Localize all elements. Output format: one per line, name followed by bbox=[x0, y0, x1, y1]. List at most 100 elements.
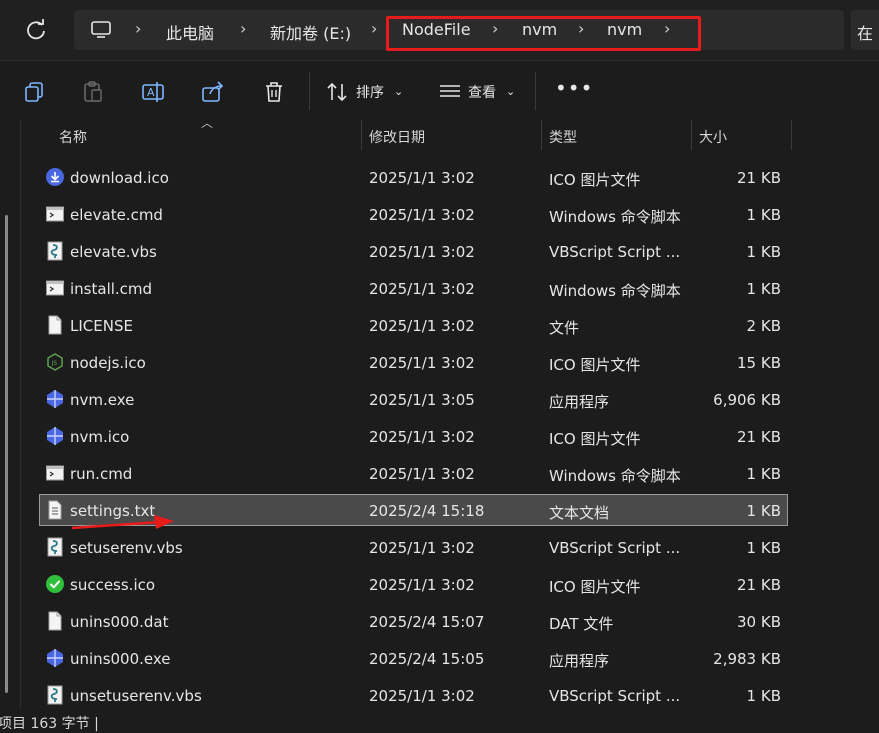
file-row[interactable]: setuserenv.vbs 2025/1/1 3:02 VBScript Scri… bbox=[40, 532, 787, 562]
file-date: 2025/2/4 15:05 bbox=[369, 650, 485, 668]
chevron-down-icon[interactable]: ⌄ bbox=[506, 85, 515, 98]
file-size: 1 KB bbox=[746, 465, 781, 483]
file-row[interactable]: nvm.ico 2025/1/1 3:02 ICO 图片文件 21 KB bbox=[40, 421, 787, 451]
file-type: DAT 文件 bbox=[549, 615, 614, 633]
file-row[interactable]: unins000.dat 2025/2/4 15:07 DAT 文件 30 KB bbox=[40, 606, 787, 636]
file-date: 2025/1/1 3:02 bbox=[369, 280, 475, 298]
file-name: setuserenv.vbs bbox=[70, 539, 183, 557]
vbs-icon bbox=[45, 537, 65, 557]
file-size: 1 KB bbox=[746, 539, 781, 557]
more-options-icon[interactable]: ••• bbox=[555, 76, 593, 100]
share-icon[interactable] bbox=[200, 79, 226, 105]
file-row[interactable]: unins000.exe 2025/2/4 15:05 应用程序 2,983 KB bbox=[40, 643, 787, 673]
chevron-right-icon[interactable]: › bbox=[240, 19, 246, 38]
toolbar-divider bbox=[309, 72, 310, 110]
file-size: 21 KB bbox=[737, 169, 781, 187]
file-size: 1 KB bbox=[746, 243, 781, 261]
nvm-icon bbox=[45, 426, 65, 446]
file-date: 2025/1/1 3:02 bbox=[369, 354, 475, 372]
file-date: 2025/1/1 3:02 bbox=[369, 243, 475, 261]
view-icon[interactable] bbox=[437, 79, 463, 105]
file-size: 1 KB bbox=[746, 687, 781, 705]
file-name: elevate.vbs bbox=[70, 243, 157, 261]
file-row[interactable]: download.ico 2025/1/1 3:02 ICO 图片文件 21 KB bbox=[40, 162, 787, 192]
chevron-right-icon[interactable]: › bbox=[135, 19, 141, 38]
vbs-icon bbox=[45, 241, 65, 261]
file-type: 文本文档 bbox=[549, 504, 610, 522]
file-type: 文件 bbox=[549, 319, 580, 337]
chevron-right-icon[interactable]: › bbox=[371, 19, 377, 38]
file-date: 2025/1/1 3:02 bbox=[369, 465, 475, 483]
this-pc-icon[interactable] bbox=[91, 21, 111, 39]
paste-icon[interactable] bbox=[80, 79, 106, 105]
svg-text:JS: JS bbox=[51, 360, 58, 367]
search-placeholder: 在 bbox=[857, 24, 874, 43]
file-type: ICO 图片文件 bbox=[549, 430, 641, 448]
file-date: 2025/1/1 3:02 bbox=[369, 576, 475, 594]
file-type: ICO 图片文件 bbox=[549, 356, 641, 374]
copy-icon[interactable] bbox=[22, 79, 48, 105]
cmd-icon bbox=[45, 278, 65, 298]
file-type: ICO 图片文件 bbox=[549, 171, 641, 189]
rename-icon[interactable]: A bbox=[141, 79, 167, 105]
file-name: install.cmd bbox=[70, 280, 153, 298]
file-name: unsetuserenv.vbs bbox=[70, 687, 202, 705]
annotation-arrow bbox=[71, 515, 174, 530]
sort-icon[interactable] bbox=[325, 79, 351, 105]
file-type: VBScript Script ... bbox=[549, 539, 681, 557]
file-row[interactable]: unsetuserenv.vbs 2025/1/1 3:02 VBScript Sc… bbox=[40, 680, 787, 710]
file-type: VBScript Script ... bbox=[549, 687, 681, 705]
download-icon bbox=[45, 167, 65, 187]
file-size: 30 KB bbox=[737, 613, 781, 631]
file-row[interactable]: elevate.vbs 2025/1/1 3:02 VBScript Script … bbox=[40, 236, 787, 266]
file-date: 2025/1/1 3:02 bbox=[369, 539, 475, 557]
file-date: 2025/2/4 15:07 bbox=[369, 613, 485, 631]
cmd-icon bbox=[45, 463, 65, 483]
file-type: ICO 图片文件 bbox=[549, 578, 641, 596]
nvm-icon bbox=[45, 648, 65, 668]
status-bar bbox=[0, 710, 879, 731]
file-size: 21 KB bbox=[737, 428, 781, 446]
file-row[interactable]: run.cmd 2025/1/1 3:02 Windows 命令脚本 1 KB bbox=[40, 458, 787, 488]
file-name: nodejs.ico bbox=[70, 354, 146, 372]
file-row[interactable]: JS nodejs.ico 2025/1/1 3:02 ICO 图片文件 15 KB bbox=[40, 347, 787, 377]
annotation-highlight-box bbox=[386, 16, 701, 51]
file-name: LICENSE bbox=[70, 317, 133, 335]
file-type: Windows 命令脚本 bbox=[549, 282, 681, 300]
file-size: 2 KB bbox=[746, 317, 781, 335]
breadcrumb-item-drive-e[interactable]: 新加卷 (E:) bbox=[270, 20, 351, 44]
file-type: 应用程序 bbox=[549, 652, 610, 670]
file-row[interactable]: success.ico 2025/1/1 3:02 ICO 图片文件 21 KB bbox=[40, 569, 787, 599]
file-row[interactable]: LICENSE 2025/1/1 3:02 文件 2 KB bbox=[40, 310, 787, 340]
nodejs-icon: JS bbox=[45, 352, 65, 372]
file-size: 15 KB bbox=[737, 354, 781, 372]
file-type: Windows 命令脚本 bbox=[549, 208, 681, 226]
file-size: 2,983 KB bbox=[713, 650, 781, 668]
sort-button[interactable]: 排序 bbox=[356, 82, 384, 102]
nvm-icon bbox=[45, 389, 65, 409]
file-date: 2025/1/1 3:02 bbox=[369, 169, 475, 187]
file-icon bbox=[45, 315, 65, 335]
delete-icon[interactable] bbox=[261, 79, 287, 105]
file-row[interactable]: nvm.exe 2025/1/1 3:05 应用程序 6,906 KB bbox=[40, 384, 787, 414]
file-name: nvm.exe bbox=[70, 391, 135, 409]
file-row[interactable]: install.cmd 2025/1/1 3:02 Windows 命令脚本 1 KB bbox=[40, 273, 787, 303]
file-size: 6,906 KB bbox=[713, 391, 781, 409]
file-size: 1 KB bbox=[746, 206, 781, 224]
file-date: 2025/1/1 3:02 bbox=[369, 428, 475, 446]
view-button[interactable]: 查看 bbox=[468, 82, 496, 102]
file-size: 21 KB bbox=[737, 576, 781, 594]
file-name: download.ico bbox=[70, 169, 169, 187]
vbs-icon bbox=[45, 685, 65, 705]
refresh-icon[interactable] bbox=[22, 16, 50, 44]
file-row[interactable]: elevate.cmd 2025/1/1 3:02 Windows 命令脚本 1 KB bbox=[40, 199, 787, 229]
file-date: 2025/2/4 15:18 bbox=[369, 502, 485, 520]
search-box[interactable]: 在 bbox=[851, 10, 879, 50]
chevron-down-icon[interactable]: ⌄ bbox=[394, 85, 403, 98]
toolbar-divider bbox=[535, 72, 536, 110]
text-file-icon bbox=[45, 500, 65, 520]
file-name: unins000.exe bbox=[70, 650, 171, 668]
file-type: Windows 命令脚本 bbox=[549, 467, 681, 485]
breadcrumb-item-this-pc[interactable]: 此电脑 bbox=[166, 20, 214, 44]
file-date: 2025/1/1 3:02 bbox=[369, 687, 475, 705]
